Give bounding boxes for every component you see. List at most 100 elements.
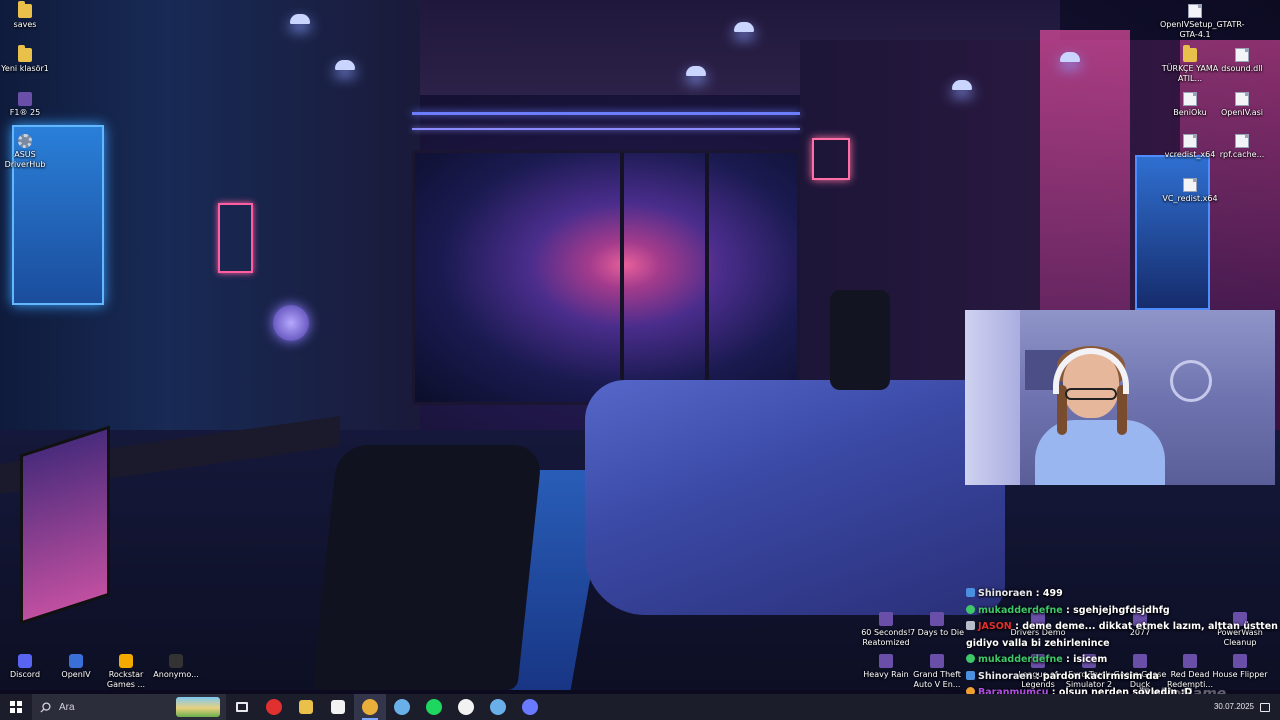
taskbar-pinned-apps [226,694,546,720]
wallpaper-neon-panel [1040,30,1130,310]
game-icon [18,92,32,106]
wallpaper-neon-sign [812,138,850,180]
chat-username: JASON [978,621,1012,632]
taskbar-app-capcut[interactable] [322,694,354,720]
file-icon [1183,92,1197,106]
chat-message: Shinoraen : 499 [966,586,1280,603]
chrome-icon [362,699,378,715]
taskbar-app-obs[interactable] [258,694,290,720]
taskbar-app-task-view[interactable] [226,694,258,720]
desktop-icon-openiv-asi[interactable]: OpenIV.asi [1212,92,1272,118]
chat-badge-icon [966,670,975,680]
chat-message: JASON : deme deme... dikkat etmek lazım,… [966,619,1280,652]
chat-badge-icon [966,604,975,614]
chat-badge-icon [966,588,975,597]
desktop-icon-dsound-dll[interactable]: dsound.dll [1212,48,1272,74]
desktop-icon-label: saves [13,20,37,29]
desktop-icon-label: rpf.cache... [1219,150,1265,159]
desktop-icon-label: VC_redist.x64 [1162,194,1218,203]
taskbar-search[interactable]: Ara [32,694,226,720]
desktop-icon-label: Heavy Rain [863,670,909,679]
windows-logo-icon [10,701,22,713]
chat-text: pardon kacirmisim da [1042,670,1159,682]
taskbar-app-vpn[interactable] [386,694,418,720]
wallpaper-lamp [734,22,754,32]
search-placeholder: Ara [59,701,75,713]
capcut-icon [331,700,345,714]
desktop-icon-label: Grand Theft Auto V En... [913,670,961,689]
desktop-icon-asus-driverhub[interactable]: ASUS DriverHub [0,134,55,170]
desktop-icon-vcredist-x64[interactable]: vcredist_x64 [1160,134,1220,160]
discord-icon [18,654,32,668]
desktop-icon-label: OpenIV.asi [1220,108,1263,117]
desktop-icon-rpf-cache[interactable]: rpf.cache... [1212,134,1272,160]
desktop-icon-label: 7 Days to Die [909,628,965,637]
clock-date[interactable]: 30.07.2025 [1214,702,1254,712]
chat-separator: : [1011,621,1023,632]
chat-username: Shinoraen [978,670,1033,682]
desktop-icon-gta-v[interactable]: Grand Theft Auto V En... [907,654,967,690]
chat-text: 499 [1042,588,1063,599]
game-icon [930,654,944,668]
desktop-icon-turkce-yama[interactable]: TÜRKÇE YAMA ATIL... [1160,45,1220,84]
desktop-icon-yeni-klasor1[interactable]: Yeni klasör1 [0,45,55,74]
desktop-icon-saves[interactable]: saves [0,1,55,30]
webcam-fan [1170,360,1212,402]
wallpaper-laptop [20,425,110,625]
webcam-curtain [965,310,1020,485]
game-icon [930,612,944,626]
discord-icon [522,699,538,715]
start-button[interactable] [0,694,32,720]
game-icon [879,612,893,626]
wallpaper-lamp [290,14,310,24]
folder-icon [1183,45,1197,62]
spotify-icon [426,699,442,715]
app-icon [69,654,83,668]
desktop-icon-anonymo[interactable]: Anonymo... [146,654,206,680]
chat-badge-icon [966,621,975,630]
chat-separator: : [1062,654,1074,665]
desktop-icon-label: 60 Seconds! Reatomized [861,628,911,647]
installer-icon [1183,134,1197,148]
wallpaper-lamp [952,80,972,90]
chat-username: mukadderdefne [978,654,1063,665]
taskbar-app-logitech-g[interactable] [450,694,482,720]
app-icon [169,654,183,668]
chat-message: mukadderdefne : isicem [966,652,1280,669]
desktop-icon-benioku[interactable]: BeniOku [1160,92,1220,118]
wallpaper-neon-bar [412,112,800,115]
rockstar-icon [119,654,133,668]
file-icon [1188,4,1202,18]
wallpaper-bed [585,380,1005,615]
desktop-icon-label: TÜRKÇE YAMA ATIL... [1161,64,1219,83]
folder-icon [18,45,32,62]
chat-message: mukadderdefne : sgehjejhgfdsjdhfg [966,603,1280,620]
taskbar-app-chrome[interactable] [354,694,386,720]
logitech-g-icon [458,699,474,715]
steam-icon [490,699,506,715]
desktop-icon-openiv-setup[interactable]: OpenIVSetup_GTATR-GTA-4.1 [1160,4,1245,40]
webcam-overlay [965,310,1275,485]
search-icon [40,701,51,713]
taskbar-app-file-explorer[interactable] [290,694,322,720]
desktop-icon-f1-25[interactable]: F1® 25 [0,92,55,118]
desktop-icon-vc-redist-x64[interactable]: VC_redist.x64 [1160,178,1220,204]
taskbar-app-spotify[interactable] [418,694,450,720]
wallpaper-neon-sign [218,203,253,273]
search-highlight-image [176,697,220,717]
file-icon [1235,92,1249,106]
chat-separator: : [1062,604,1074,616]
taskbar-app-steam[interactable] [482,694,514,720]
folder-icon [18,1,32,18]
notification-icon[interactable] [1260,702,1270,712]
desktop-icon-label: vcredist_x64 [1164,150,1216,159]
desktop-icon-label: OpenIV [61,670,91,679]
desktop-icon-label: BeniOku [1173,108,1207,117]
desktop-icon-label: Anonymo... [153,670,199,679]
chat-separator: : [1032,670,1043,682]
system-tray: 30.07.2025 [1214,702,1280,712]
desktop-icon-7-days-to-die[interactable]: 7 Days to Die [907,612,967,638]
taskbar-app-discord[interactable] [514,694,546,720]
desktop-icon-label: Discord [9,670,41,679]
taskbar: Ara 30.07.2025 [0,694,1280,720]
